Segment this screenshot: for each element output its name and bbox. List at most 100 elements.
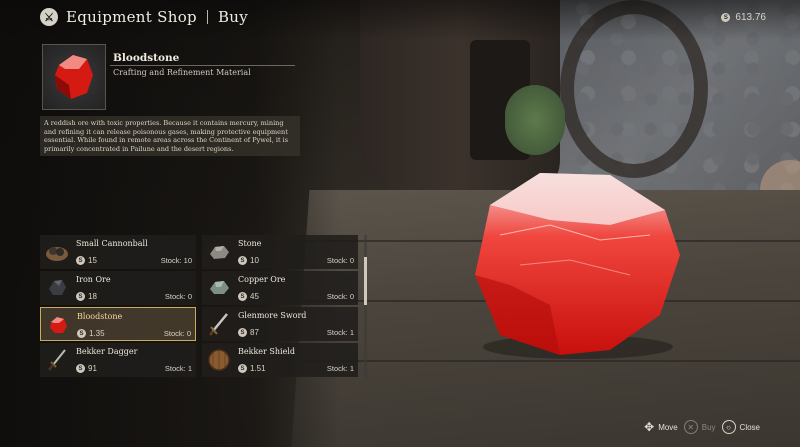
circle-button-icon: ○	[721, 420, 736, 434]
stock-value: 1	[349, 328, 354, 337]
bloodstone-icon	[55, 55, 93, 99]
shop-item-bloodstone[interactable]: Bloodstone S 1.35 Stock: 0	[40, 307, 196, 341]
cross-button-icon: ✕	[683, 420, 698, 434]
stock-label: Stock:	[160, 256, 182, 265]
item-stock: Stock: 0	[165, 292, 192, 301]
silver-coin-icon: S	[77, 329, 86, 338]
item-price: S 87	[238, 328, 259, 337]
shop-emblem-icon: ⚔	[40, 8, 58, 26]
shield-icon	[206, 346, 232, 374]
stock-value: 1	[349, 364, 354, 373]
item-price: S 1.35	[77, 329, 105, 338]
shop-item-stone[interactable]: Stone S 10 Stock: 0	[202, 235, 358, 269]
title-divider	[206, 10, 208, 24]
item-price-value: 87	[250, 328, 259, 337]
item-price-value: 1.35	[89, 329, 105, 338]
shop-header: ⚔ Equipment Shop Buy	[40, 8, 248, 26]
bloodstone-3d-preview[interactable]	[460, 165, 690, 365]
stock-label: Stock:	[163, 329, 185, 338]
silver-coin-icon: S	[721, 13, 731, 22]
silver-coin-icon: S	[238, 256, 247, 265]
item-name: Stone	[238, 239, 262, 248]
silver-coin-icon: S	[238, 364, 247, 373]
silver-coin-icon: S	[76, 364, 85, 373]
shop-item-iron-ore[interactable]: Iron Ore S 18 Stock: 0	[40, 271, 196, 305]
item-price: S 1.51	[238, 364, 266, 373]
item-price-value: 18	[88, 292, 97, 301]
item-price-value: 91	[88, 364, 97, 373]
item-price: S 15	[76, 256, 97, 265]
item-stock: Stock: 1	[165, 364, 192, 373]
copper-ore-icon	[206, 274, 232, 302]
item-stock: Stock: 0	[164, 329, 191, 338]
stock-label: Stock:	[326, 292, 348, 301]
stock-label: Stock:	[326, 256, 348, 265]
shop-mode: Buy	[217, 8, 249, 26]
stock-label: Stock:	[164, 292, 186, 301]
item-stock: Stock: 0	[327, 292, 354, 301]
hint-move[interactable]: ✥ Move	[644, 420, 678, 434]
item-stock: Stock: 1	[327, 364, 354, 373]
item-price-value: 10	[250, 256, 259, 265]
bloodstone-icon	[45, 311, 71, 339]
cannonball-icon	[44, 238, 70, 266]
silver-coin-icon: S	[238, 328, 247, 337]
shop-item-small-cannonball[interactable]: Small Cannonball S 15 Stock: 10	[40, 235, 196, 269]
stock-value: 0	[349, 256, 354, 265]
shop-item-glenmore-sword[interactable]: Glenmore Sword S 87 Stock: 1	[202, 307, 358, 341]
stock-label: Stock:	[164, 364, 186, 373]
item-stock: Stock: 10	[161, 256, 192, 265]
item-price-value: 45	[250, 292, 259, 301]
stock-value: 1	[187, 364, 192, 373]
item-price: S 91	[76, 364, 97, 373]
bloodstone-model-icon	[475, 173, 680, 359]
detail-item-description: A reddish ore with toxic properties. Bec…	[40, 116, 300, 157]
stock-value: 0	[186, 329, 191, 338]
item-list-scrollbar[interactable]	[364, 235, 367, 378]
item-price-value: 15	[88, 256, 97, 265]
stock-value: 0	[349, 292, 354, 301]
shop-item-bekker-dagger[interactable]: Bekker Dagger S 91 Stock: 1	[40, 343, 196, 377]
silver-coin-icon: S	[238, 292, 247, 301]
shop-title: Equipment Shop	[66, 8, 197, 26]
item-name: Glenmore Sword	[238, 311, 307, 320]
item-name: Bekker Dagger	[76, 347, 138, 356]
item-name: Small Cannonball	[76, 239, 148, 248]
hint-close-label: Close	[739, 422, 760, 432]
wallet-balance: S 613.76	[721, 12, 766, 23]
controller-hints: ✥ Move ✕ Buy ○ Close	[644, 420, 760, 434]
item-name: Bloodstone	[77, 312, 123, 321]
item-stock: Stock: 1	[327, 328, 354, 337]
iron-ore-icon	[44, 274, 70, 302]
detail-item-name: Bloodstone	[113, 52, 180, 64]
dpad-icon: ✥	[644, 420, 655, 434]
hint-move-label: Move	[658, 422, 678, 432]
item-name: Copper Ore	[238, 275, 286, 284]
dagger-icon	[44, 346, 70, 374]
merchant-sleeve	[505, 85, 565, 155]
item-stock: Stock: 0	[327, 256, 354, 265]
detail-item-category: Crafting and Refinement Material	[113, 68, 251, 77]
item-price: S 45	[238, 292, 259, 301]
item-price: S 18	[76, 292, 97, 301]
item-price-value: 1.51	[250, 364, 266, 373]
scrollbar-thumb[interactable]	[364, 257, 367, 305]
stock-label: Stock:	[326, 328, 348, 337]
silver-coin-icon: S	[76, 256, 85, 265]
item-name: Bekker Shield	[238, 347, 296, 356]
stock-label: Stock:	[326, 364, 348, 373]
shop-item-bekker-shield[interactable]: Bekker Shield S 1.51 Stock: 1	[202, 343, 358, 377]
detail-item-thumbnail	[42, 44, 106, 110]
stone-icon	[206, 238, 232, 266]
shop-item-copper-ore[interactable]: Copper Ore S 45 Stock: 0	[202, 271, 358, 305]
stock-value: 10	[183, 256, 192, 265]
hint-close[interactable]: ○ Close	[721, 420, 760, 434]
sword-icon	[206, 310, 232, 338]
stock-value: 0	[187, 292, 192, 301]
detail-divider	[110, 65, 295, 66]
hint-buy[interactable]: ✕ Buy	[683, 420, 716, 434]
silver-coin-icon: S	[76, 292, 85, 301]
item-price: S 10	[238, 256, 259, 265]
hint-buy-label: Buy	[701, 422, 716, 432]
wallet-amount: 613.76	[735, 12, 766, 23]
